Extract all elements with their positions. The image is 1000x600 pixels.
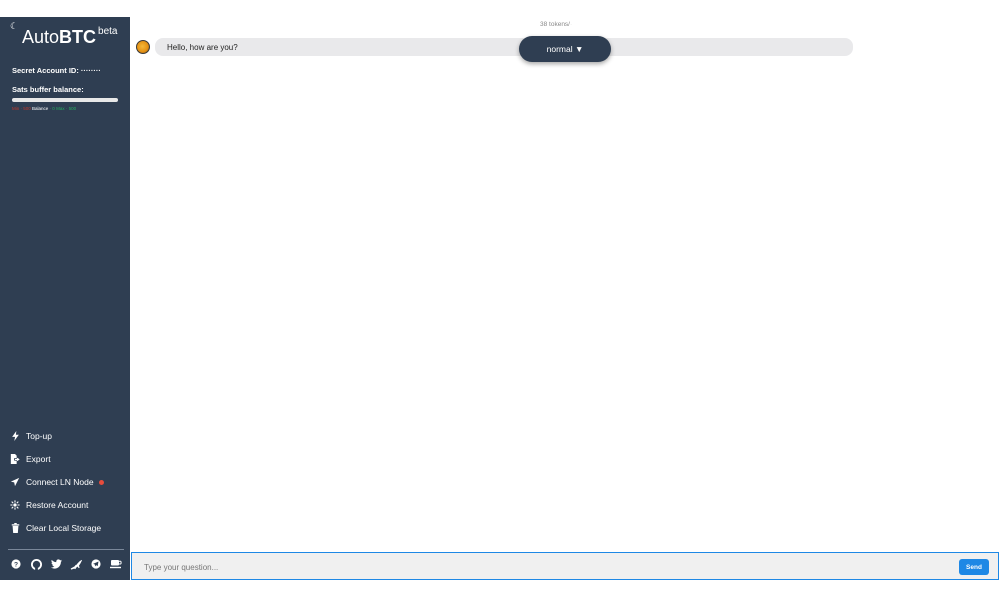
menu-clear-local-storage[interactable]: Clear Local Storage xyxy=(8,523,128,533)
send-icon xyxy=(8,477,22,487)
bot-avatar xyxy=(136,40,150,54)
sidebar-divider xyxy=(8,549,124,550)
message-bubble: Hello, how are you? xyxy=(155,38,853,56)
secret-account-id[interactable]: Secret Account ID: ········ xyxy=(12,66,101,75)
balance-row: Min · 500 Balance · 0 Max · 500 xyxy=(12,106,76,111)
question-input-bar: Send xyxy=(131,552,999,580)
chat-message: Hello, how are you? xyxy=(136,38,853,56)
logo-bold: BTC xyxy=(59,27,97,47)
chat-area: 38 tokens/· Hello, how are you? normal ▼ xyxy=(130,17,1000,580)
menu-label: Restore Account xyxy=(26,500,89,510)
logo-prefix: Auto xyxy=(22,27,60,47)
beta-badge: beta xyxy=(98,26,118,37)
telegram-icon[interactable] xyxy=(86,557,106,571)
balance-min: Min · 500 xyxy=(12,106,31,111)
menu-restore-account[interactable]: Restore Account xyxy=(8,500,128,510)
svg-text:?: ? xyxy=(14,562,18,569)
sidebar: ☾ AutoBTC beta Secret Account ID: ·······… xyxy=(0,17,130,580)
mode-dropdown-button[interactable]: normal ▼ xyxy=(519,36,611,62)
token-cost: · xyxy=(570,21,573,28)
balance-value: · 0 xyxy=(49,106,55,111)
token-counter: 38 tokens/· xyxy=(540,21,572,28)
dark-mode-toggle-icon[interactable]: ☾ xyxy=(10,21,18,32)
help-icon[interactable]: ? xyxy=(6,557,26,571)
sats-buffer-bar xyxy=(12,98,118,102)
menu-export[interactable]: Export xyxy=(8,454,128,464)
balance-max: Max · 500 xyxy=(56,106,77,111)
menu-connect-ln-node[interactable]: Connect LN Node xyxy=(8,477,128,487)
menu-label: Top-up xyxy=(26,431,52,441)
question-input[interactable] xyxy=(144,560,944,574)
twitter-icon[interactable] xyxy=(46,557,66,571)
sats-buffer-label: Sats buffer balance: xyxy=(12,85,84,94)
social-links: ? xyxy=(6,557,126,571)
restore-icon xyxy=(8,500,22,510)
export-icon xyxy=(8,454,22,464)
menu-label: Export xyxy=(26,454,51,464)
menu-label: Connect LN Node xyxy=(26,477,94,487)
token-count: 38 tokens/ xyxy=(540,21,570,28)
send-button[interactable]: Send xyxy=(959,559,989,575)
trash-icon xyxy=(8,523,22,533)
menu-top-up[interactable]: Top-up xyxy=(8,431,128,441)
github-icon[interactable] xyxy=(26,557,46,571)
coffee-icon[interactable] xyxy=(106,557,126,571)
menu-label: Clear Local Storage xyxy=(26,523,102,533)
balance-label: Balance xyxy=(32,106,49,111)
nostr-icon[interactable] xyxy=(66,557,86,571)
logo: AutoBTC beta xyxy=(22,26,118,48)
status-dot xyxy=(98,479,104,485)
lightning-icon xyxy=(8,431,22,441)
